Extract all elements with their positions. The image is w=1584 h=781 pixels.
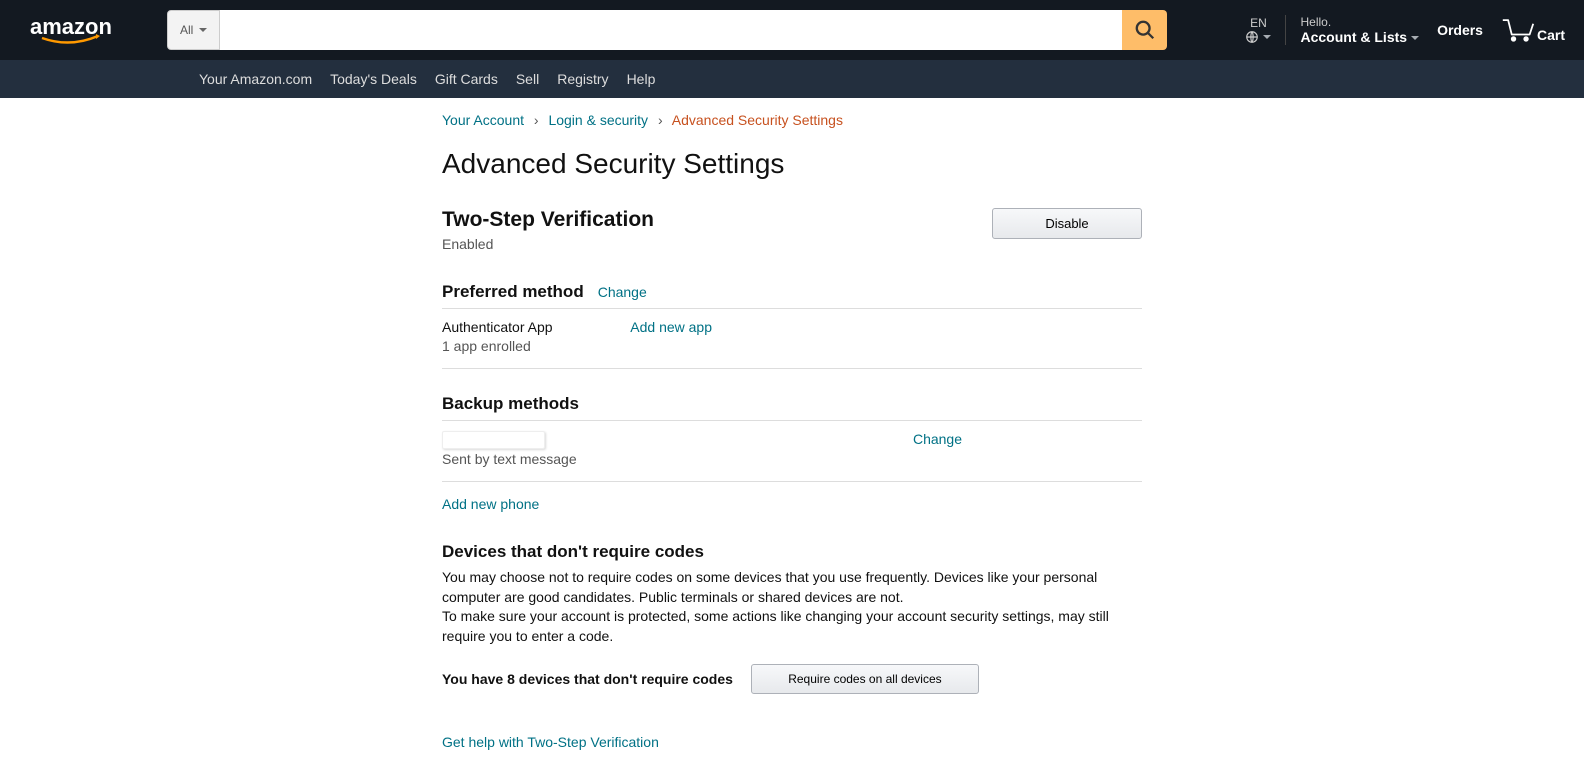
tsv-heading: Two-Step Verification [442,208,654,232]
preferred-method-header: Preferred method Change [442,282,1142,309]
breadcrumb: Your Account › Login & security › Advanc… [442,112,1142,128]
account-greeting: Hello. [1300,15,1419,29]
main-content: Advanced Security Settings Two-Step Veri… [442,148,1142,750]
backup-method-info: Sent by text message [442,431,577,467]
backup-phone-redacted [442,431,545,449]
devices-body: You may choose not to require codes on s… [442,568,1142,646]
search-icon [1134,19,1156,41]
cart-label: Cart [1537,27,1565,43]
orders-link[interactable]: Orders [1428,18,1492,42]
subnav-todays-deals[interactable]: Today's Deals [321,63,426,95]
subnav-registry[interactable]: Registry [548,63,617,95]
tsv-section: Two-Step Verification Enabled Disable [442,208,1142,252]
subnav-gift-cards[interactable]: Gift Cards [426,63,507,95]
nav-right: EN Hello. Account & Lists Orders Cart [1236,11,1574,49]
backup-change-link[interactable]: Change [913,431,962,447]
search-scope-dropdown[interactable]: All [167,10,220,50]
nav-header: amazon All EN Hello. Account & Lists [0,0,1584,60]
subnav-sell[interactable]: Sell [507,63,548,95]
add-new-app-link[interactable]: Add new app [630,319,712,354]
amazon-logo[interactable]: amazon [20,10,137,50]
breadcrumb-separator: › [652,112,669,128]
backup-methods-heading: Backup methods [442,394,579,414]
devices-count-text: You have 8 devices that don't require co… [442,671,733,687]
preferred-method-info: Authenticator App 1 app enrolled [442,319,553,354]
devices-section: Devices that don't require codes You may… [442,542,1142,694]
backup-method-sub: Sent by text message [442,451,577,467]
account-lists-label: Account & Lists [1300,29,1419,45]
search-bar: All [167,10,1167,50]
backup-methods-header: Backup methods [442,394,1142,421]
require-codes-button[interactable]: Require codes on all devices [751,664,979,694]
search-input[interactable] [220,10,1122,50]
devices-heading: Devices that don't require codes [442,542,1142,562]
orders-label: Orders [1437,22,1483,38]
nav-subnav: Your Amazon.com Today's Deals Gift Cards… [0,60,1584,98]
preferred-method-name: Authenticator App [442,319,553,335]
preferred-method-row: Authenticator App 1 app enrolled Add new… [442,319,1142,369]
subnav-help[interactable]: Help [618,63,665,95]
page-title: Advanced Security Settings [442,148,1142,180]
backup-method-row: Sent by text message Change [442,431,1142,482]
account-menu[interactable]: Hello. Account & Lists [1291,11,1428,49]
preferred-method-sub: 1 app enrolled [442,338,553,354]
tsv-info: Two-Step Verification Enabled [442,208,654,252]
subnav-your-amazon[interactable]: Your Amazon.com [190,63,321,95]
search-submit-button[interactable] [1122,10,1167,50]
search-scope-label: All [180,23,193,37]
nav-divider [1285,15,1286,45]
add-new-phone-link[interactable]: Add new phone [442,496,539,512]
cart-icon [1501,17,1535,43]
preferred-change-link[interactable]: Change [598,284,647,300]
breadcrumb-current: Advanced Security Settings [672,112,843,128]
preferred-method-heading: Preferred method [442,282,584,302]
breadcrumb-separator: › [528,112,545,128]
disable-button[interactable]: Disable [992,208,1142,239]
help-tsv-link[interactable]: Get help with Two-Step Verification [442,734,659,750]
breadcrumb-login-security[interactable]: Login & security [548,112,648,128]
devices-count-row: You have 8 devices that don't require co… [442,664,1142,694]
svg-text:amazon: amazon [30,15,112,39]
breadcrumb-your-account[interactable]: Your Account [442,112,524,128]
cart-link[interactable]: Cart [1492,13,1574,47]
lang-code: EN [1250,16,1267,30]
globe-icon [1245,30,1271,44]
language-selector[interactable]: EN [1236,12,1280,48]
tsv-status: Enabled [442,236,654,252]
